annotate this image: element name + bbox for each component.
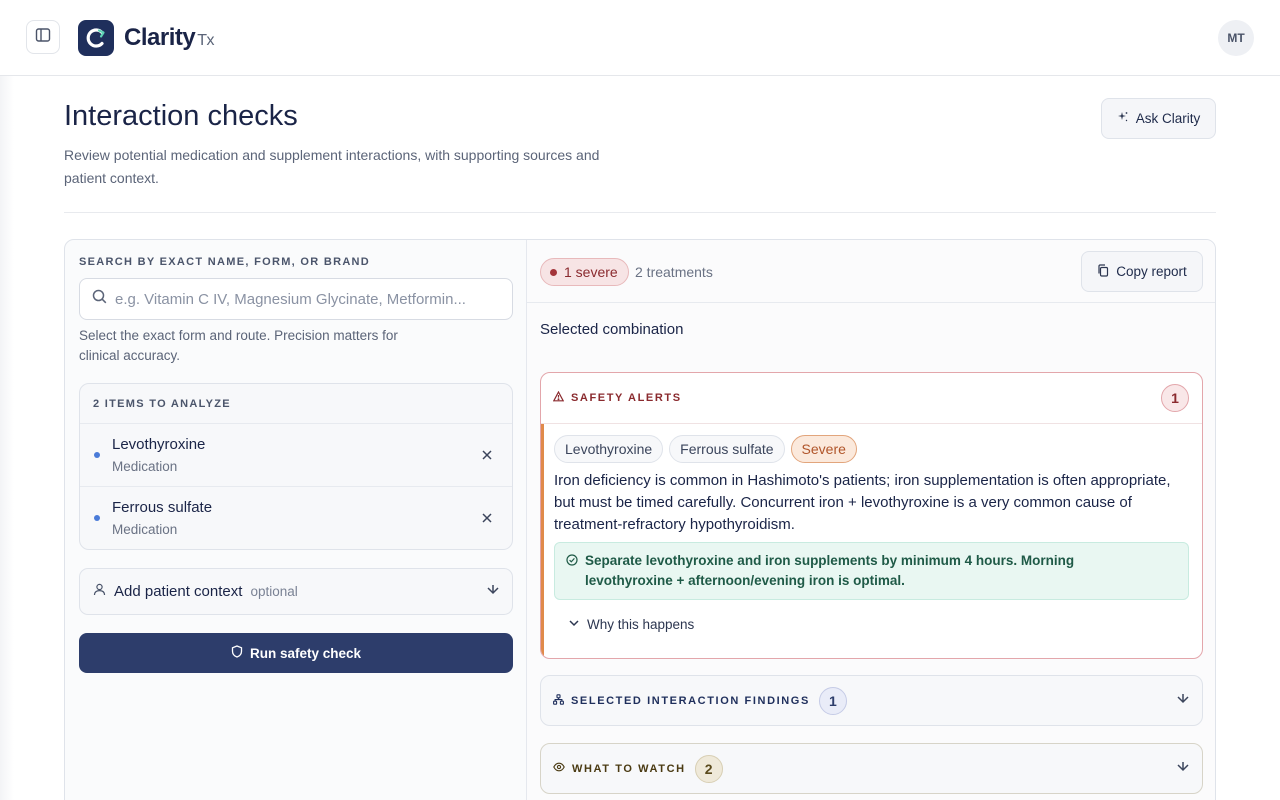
brand-name-text: Clarity: [124, 24, 196, 51]
copy-report-button[interactable]: Copy report: [1081, 251, 1203, 292]
copy-report-label: Copy report: [1116, 264, 1187, 279]
context-label: Add patient context: [114, 583, 243, 600]
recommendation-text: Separate levothyroxine and iron suppleme…: [585, 553, 1075, 588]
recommendation-box: Separate levothyroxine and iron suppleme…: [554, 542, 1189, 600]
ask-clarity-button[interactable]: Ask Clarity: [1101, 98, 1216, 139]
interaction-panel: SEARCH BY EXACT NAME, FORM, OR BRAND Sel…: [64, 239, 1216, 800]
check-circle-icon: [566, 553, 578, 571]
treatments-count: 2 treatments: [635, 264, 713, 280]
warning-triangle-icon: [552, 390, 565, 405]
chevron-down-icon: [1176, 760, 1190, 777]
safety-alerts-count: 1: [1161, 384, 1189, 412]
item-type: Medication: [112, 459, 178, 474]
close-icon[interactable]: [478, 509, 496, 527]
copy-icon: [1097, 263, 1109, 280]
brand-suffix: Tx: [197, 32, 214, 49]
alert-accent-bar: [541, 424, 544, 658]
item-name: Levothyroxine: [112, 436, 206, 453]
list-item: Levothyroxine Medication: [80, 424, 512, 487]
chevron-down-icon: [568, 617, 580, 632]
list-item: Ferrous sulfate Medication: [80, 487, 512, 549]
items-to-analyze: 2 ITEMS TO ANALYZE Levothyroxine Medicat…: [79, 383, 513, 550]
sidebar-toggle-button[interactable]: [26, 20, 60, 54]
search-icon: [92, 289, 107, 309]
divider: [64, 212, 1216, 213]
eye-icon: [553, 762, 565, 775]
clarity-logo-icon[interactable]: [78, 20, 114, 56]
alert-body: Levothyroxine Ferrous sulfate Severe Iro…: [541, 424, 1202, 658]
what-to-watch-section[interactable]: WHAT TO WATCH 2: [540, 743, 1203, 794]
findings-count: 1: [818, 686, 847, 715]
context-optional: optional: [250, 584, 298, 599]
safety-alerts-title: SAFETY ALERTS: [571, 392, 682, 404]
search-help-text: Select the exact form and route. Precisi…: [79, 328, 398, 363]
chip-levothyroxine: Levothyroxine: [554, 435, 664, 463]
why-this-happens-toggle[interactable]: Why this happens: [568, 617, 694, 632]
safety-alerts-card: SAFETY ALERTS 1 Levothyroxine Ferrous su…: [540, 372, 1203, 659]
person-icon: [93, 583, 106, 601]
run-safety-check-button[interactable]: Run safety check: [79, 633, 513, 673]
safety-alerts-header[interactable]: SAFETY ALERTS 1: [541, 373, 1202, 424]
summary-bar: 1 severe 2 treatments Copy report: [527, 240, 1215, 303]
input-column: SEARCH BY EXACT NAME, FORM, OR BRAND Sel…: [65, 240, 527, 800]
item-type: Medication: [112, 522, 178, 537]
add-patient-context[interactable]: Add patient context optional: [79, 568, 513, 615]
findings-title: SELECTED INTERACTION FINDINGS: [571, 694, 810, 707]
severity-chip: Severe: [790, 435, 857, 463]
chevron-down-icon: [486, 583, 500, 602]
watch-title: WHAT TO WATCH: [572, 762, 686, 775]
search-label: SEARCH BY EXACT NAME, FORM, OR BRAND: [79, 256, 371, 268]
item-dot: [94, 452, 100, 458]
results-column: 1 severe 2 treatments Copy report Select…: [527, 240, 1215, 800]
watch-count: 2: [694, 754, 723, 783]
network-icon: [553, 693, 564, 708]
top-bar: Clarity Tx MT: [0, 0, 1280, 76]
why-this-happens-label: Why this happens: [587, 617, 695, 632]
severe-dot: [550, 268, 557, 276]
item-dot: [94, 515, 100, 521]
severe-badge-label: 1 severe: [564, 264, 618, 280]
interaction-findings-section[interactable]: SELECTED INTERACTION FINDINGS 1: [540, 675, 1203, 726]
severe-badge: 1 severe: [540, 258, 629, 286]
alert-chips: Levothyroxine Ferrous sulfate Severe: [554, 435, 857, 463]
alert-description: Iron deficiency is common in Hashimoto's…: [554, 472, 1171, 533]
shield-icon: [231, 645, 243, 661]
search-box[interactable]: [79, 278, 513, 320]
search-input[interactable]: [115, 290, 495, 308]
left-rail: [0, 76, 14, 800]
ask-clarity-label: Ask Clarity: [1135, 111, 1201, 126]
item-name: Ferrous sulfate: [112, 499, 213, 516]
selected-combination-title: Selected combination: [540, 321, 684, 338]
run-safety-check-label: Run safety check: [249, 645, 362, 661]
chip-ferrous-sulfate: Ferrous sulfate: [669, 435, 785, 463]
sparkle-icon: [1117, 111, 1129, 126]
brand-name: Clarity Tx: [124, 24, 214, 52]
page-subtitle: Review potential medication and suppleme…: [64, 147, 600, 186]
close-icon[interactable]: [478, 446, 496, 464]
chevron-down-icon: [1176, 692, 1190, 709]
page-title: Interaction checks: [64, 100, 298, 132]
avatar[interactable]: MT: [1218, 20, 1254, 56]
sidebar-icon: [35, 27, 51, 48]
items-header: 2 ITEMS TO ANALYZE: [80, 384, 512, 424]
